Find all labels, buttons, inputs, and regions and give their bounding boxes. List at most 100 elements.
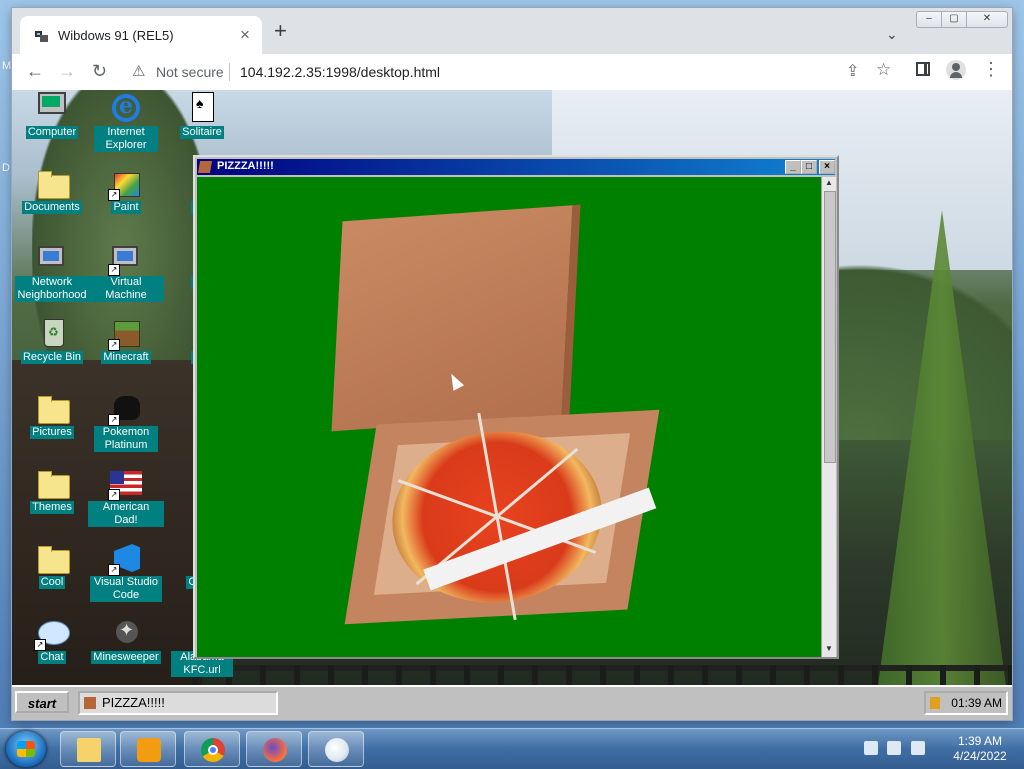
tab-search-chevron-icon[interactable]: ⌄ — [886, 26, 898, 43]
desktop-icon-documents[interactable]: Documents — [14, 167, 90, 214]
warning-icon[interactable]: ⚠ — [132, 62, 145, 80]
host-desktop-text: D — [2, 162, 10, 174]
desktop-icon-cool[interactable]: Cool — [14, 542, 90, 589]
desktop-icon-vscode[interactable]: ↗ Visual Studio Code — [88, 542, 164, 602]
page-clock: 01:39 AM — [951, 696, 1002, 710]
desktop-icon-label: Pictures — [30, 426, 74, 439]
pizza-close-button[interactable]: × — [819, 160, 835, 174]
security-status[interactable]: Not secure — [156, 64, 224, 80]
cool-folder-icon — [36, 542, 70, 574]
chrome-icon — [201, 738, 225, 762]
new-tab-icon[interactable]: + — [274, 20, 287, 42]
bookmark-star-icon[interactable]: ☆ — [876, 60, 891, 80]
back-arrow-icon[interactable]: ← — [26, 62, 44, 80]
reload-icon[interactable]: ↻ — [92, 62, 107, 80]
scroll-thumb[interactable] — [824, 191, 836, 463]
desktop-icon-minesweeper[interactable]: Minesweeper — [88, 617, 164, 664]
pizza-scrollbar[interactable]: ▲ ▼ — [821, 177, 836, 657]
desktop-icon-pictures[interactable]: Pictures — [14, 392, 90, 439]
folder-icon — [77, 738, 101, 762]
desktop-icon-network[interactable]: Network Neighborhood — [14, 242, 90, 302]
network-icon[interactable] — [887, 741, 902, 755]
tray-pencil-icon[interactable] — [930, 697, 940, 709]
taskbar-firefox-button[interactable] — [246, 731, 302, 767]
desktop-icon-themes[interactable]: Themes — [14, 467, 90, 514]
action-center-flag-icon[interactable] — [864, 741, 878, 755]
pizza-box-icon — [197, 161, 213, 173]
pizza-minimize-button[interactable]: _ — [785, 160, 801, 174]
taskbar-paint-button[interactable] — [308, 731, 364, 767]
desktop-icon-solitaire[interactable]: Solitaire — [164, 92, 240, 139]
omnibox-divider — [229, 63, 230, 81]
page-taskbar: start PIZZZA!!!!! 01:39 AM — [12, 685, 1012, 720]
side-panel-icon[interactable] — [916, 62, 930, 76]
tab-close-icon[interactable]: × — [240, 25, 250, 45]
documents-icon — [36, 167, 70, 199]
address-bar[interactable]: ⚠ Not secure 104.192.2.35:1998/desktop.h… — [122, 58, 922, 86]
pizza-window-titlebar[interactable]: PIZZZA!!!!! _ □ × — [197, 159, 835, 175]
taskbar-media-player-button[interactable] — [120, 731, 176, 767]
kebab-menu-icon[interactable]: ⋮ — [982, 60, 1000, 78]
chat-icon: ↗ — [34, 617, 70, 651]
system-clock[interactable]: 1:39 AM 4/24/2022 — [940, 734, 1020, 764]
pizza-box-lid — [331, 204, 581, 432]
solitaire-icon — [186, 92, 218, 124]
clock-date: 4/24/2022 — [953, 749, 1007, 763]
window-minimize-button[interactable]: – — [916, 11, 942, 28]
window-close-button[interactable]: ✕ — [966, 11, 1008, 28]
paint-palette-icon — [325, 738, 349, 762]
desktop-icon-label: Solitaire — [180, 126, 224, 139]
desktop-icon-virtual-machine[interactable]: ↗ Virtual Machine — [88, 242, 164, 302]
windows-start-orb-icon[interactable] — [6, 731, 46, 767]
computer-icon — [36, 92, 68, 124]
pizza-window[interactable]: PIZZZA!!!!! _ □ × ▲ ▼ — [193, 155, 839, 659]
taskbar-chrome-button[interactable] — [184, 731, 240, 767]
desktop-icon-chat[interactable]: ↗ Chat — [14, 617, 90, 664]
desktop-icon-label: American Dad! — [88, 501, 164, 527]
window-maximize-button[interactable]: ▢ — [941, 11, 967, 28]
pictures-folder-icon — [36, 392, 70, 424]
browser-tab[interactable]: Wibdows 91 (REL5) × — [20, 16, 262, 54]
volume-icon[interactable] — [910, 741, 925, 755]
scroll-up-arrow-icon[interactable]: ▲ — [823, 177, 835, 189]
desktop-icon-recycle-bin[interactable]: Recycle Bin — [14, 317, 90, 364]
desktop-icon-internet-explorer[interactable]: Internet Explorer — [88, 92, 164, 152]
desktop-icon-label: Recycle Bin — [20, 351, 84, 364]
pizza-box-icon — [84, 697, 96, 709]
firefox-icon — [263, 738, 287, 762]
desktop-icon-label: Pokemon Platinum — [94, 426, 158, 452]
tab-title: Wibdows 91 (REL5) — [58, 28, 174, 43]
scroll-down-arrow-icon[interactable]: ▼ — [823, 643, 835, 655]
desktop-icon-label: Visual Studio Code — [90, 576, 162, 602]
pizza-maximize-button[interactable]: □ — [801, 160, 817, 174]
network-icon — [36, 242, 68, 274]
pokemon-icon: ↗ — [108, 392, 142, 426]
clock-time: 1:39 AM — [957, 734, 1003, 748]
browser-toolbar: ← → ↻ ⚠ Not secure 104.192.2.35:1998/des… — [12, 54, 1012, 90]
profile-avatar-icon[interactable] — [946, 60, 966, 80]
desktop-icon-computer[interactable]: Computer — [14, 92, 90, 139]
desktop-icon-pokemon[interactable]: ↗ Pokemon Platinum — [88, 392, 164, 452]
taskbar-item-pizza[interactable]: PIZZZA!!!!! — [78, 691, 278, 715]
tab-favicon-icon — [35, 31, 48, 42]
desktop-icon-label: Chat — [38, 651, 66, 664]
vscode-icon: ↗ — [108, 542, 142, 576]
share-icon[interactable]: ⇪ — [846, 61, 859, 81]
url-text[interactable]: 104.192.2.35:1998/desktop.html — [240, 64, 440, 80]
shortcut-arrow-icon: ↗ — [108, 189, 120, 201]
shortcut-arrow-icon: ↗ — [108, 564, 120, 576]
desktop-icon-american-dad[interactable]: ↗ American Dad! — [88, 467, 164, 527]
minesweeper-icon — [110, 617, 142, 649]
forward-arrow-icon[interactable]: → — [58, 62, 76, 80]
desktop-icon-label: Computer — [25, 126, 79, 139]
shortcut-arrow-icon: ↗ — [108, 339, 120, 351]
american-flag-icon: ↗ — [108, 467, 142, 501]
chrome-window: Wibdows 91 (REL5) × + ⌄ – ▢ ✕ ← → ↻ ⚠ No… — [12, 8, 1012, 720]
desktop-icon-minecraft[interactable]: ↗ Minecraft — [88, 317, 164, 364]
start-button[interactable]: start — [15, 691, 69, 713]
desktop-icon-label: Virtual Machine — [88, 276, 164, 302]
pizza-image-area — [197, 177, 821, 657]
taskbar-explorer-button[interactable] — [60, 731, 116, 767]
page-tray: 01:39 AM — [924, 691, 1008, 715]
desktop-icon-paint[interactable]: ↗ Paint — [88, 167, 164, 214]
